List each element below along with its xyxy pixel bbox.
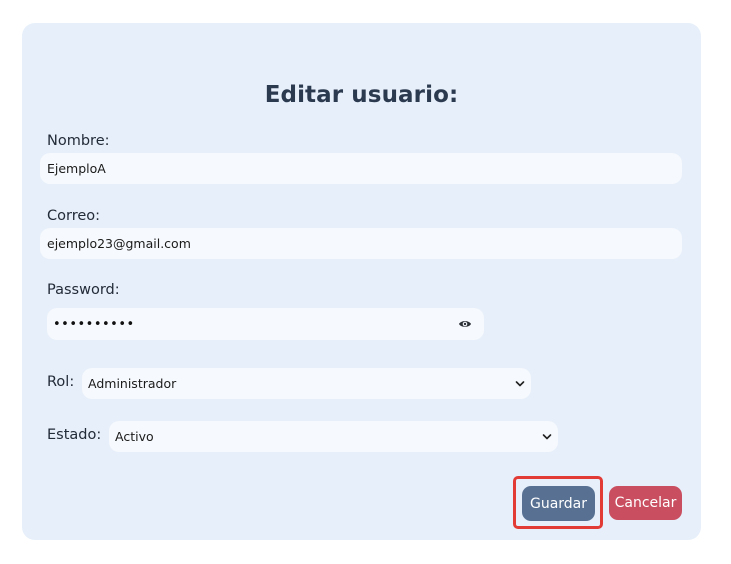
- name-label: Nombre:: [47, 133, 110, 149]
- role-selected: Administrador: [88, 376, 177, 391]
- status-select[interactable]: Activo: [109, 421, 558, 452]
- email-label: Correo:: [47, 208, 101, 224]
- cancel-button[interactable]: Cancelar: [609, 486, 682, 520]
- chevron-down-icon: [515, 368, 525, 399]
- status-label: Estado:: [47, 427, 102, 443]
- password-field[interactable]: ••••••••••: [47, 308, 484, 340]
- name-field[interactable]: EjemploA: [40, 153, 682, 184]
- role-label: Rol:: [47, 374, 75, 390]
- status-selected: Activo: [115, 429, 154, 444]
- password-value: ••••••••••: [53, 316, 135, 332]
- email-field[interactable]: ejemplo23@gmail.com: [40, 228, 682, 259]
- eye-icon[interactable]: [458, 308, 472, 340]
- form-title: Editar usuario:: [264, 82, 459, 108]
- password-label: Password:: [47, 282, 120, 298]
- chevron-down-icon: [542, 421, 552, 452]
- email-value: ejemplo23@gmail.com: [47, 236, 191, 251]
- save-button[interactable]: Guardar: [522, 486, 595, 521]
- name-value: EjemploA: [47, 161, 106, 176]
- edit-user-card: Editar usuario:: [22, 23, 701, 540]
- role-select[interactable]: Administrador: [82, 368, 531, 399]
